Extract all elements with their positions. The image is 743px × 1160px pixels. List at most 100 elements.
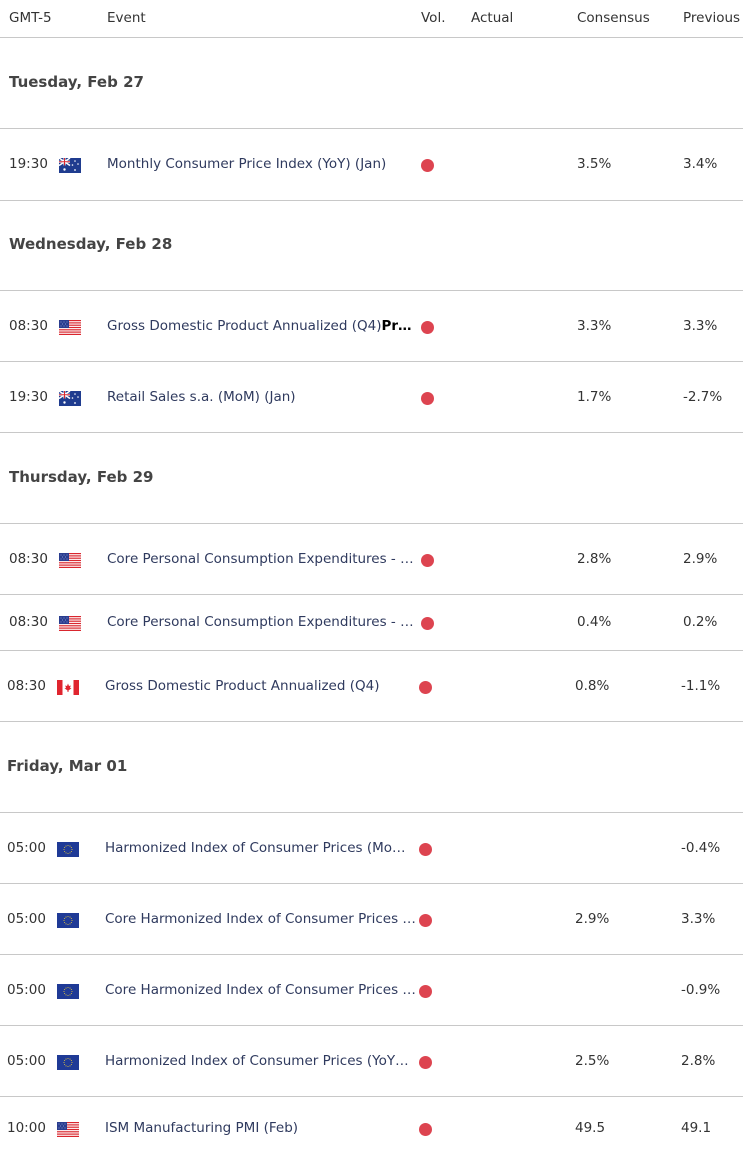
consensus-value: 49.5 bbox=[575, 1119, 606, 1136]
consensus-value: 1.7% bbox=[577, 388, 612, 405]
consensus-value: 2.8% bbox=[577, 550, 612, 567]
header-actual: Actual bbox=[471, 10, 514, 26]
us-flag-icon bbox=[57, 1121, 79, 1137]
day-label: Wednesday, Feb 28 bbox=[9, 235, 173, 253]
header-event: Event bbox=[107, 10, 146, 26]
event-title: Core Personal Consumption Expenditures -… bbox=[107, 550, 414, 567]
event-time: 19:30 bbox=[9, 388, 48, 405]
event-name[interactable]: Core Personal Consumption Expenditures -… bbox=[107, 614, 414, 630]
event-name[interactable]: Retail Sales s.a. (MoM) (Jan) bbox=[107, 389, 296, 405]
event-time: 05:00 bbox=[7, 910, 46, 927]
volatility-high-icon bbox=[421, 617, 434, 630]
volatility-high-icon bbox=[421, 391, 434, 405]
volatility-high-icon bbox=[419, 1055, 432, 1069]
event-time: 08:30 bbox=[9, 317, 48, 334]
event-time: 08:30 bbox=[9, 614, 48, 630]
day-header: Friday, Mar 01 bbox=[0, 722, 743, 813]
event-name[interactable]: Core Harmonized Index of Consumer Prices… bbox=[105, 911, 416, 927]
event-title: ISM Manufacturing PMI (Feb) bbox=[105, 1119, 299, 1136]
event-title: Harmonized Index of Consumer Prices (YoY… bbox=[105, 1052, 409, 1069]
day-header: Wednesday, Feb 28 bbox=[0, 200, 743, 291]
event-time: 10:00 bbox=[7, 1119, 46, 1136]
event-suffix: Pr… bbox=[381, 317, 412, 334]
event-row[interactable]: 05:00 Harmonized Index of Consumer Price… bbox=[0, 1026, 743, 1097]
previous-value: 2.9% bbox=[683, 550, 718, 567]
consensus-value: 3.3% bbox=[577, 317, 612, 334]
event-title: Harmonized Index of Consumer Prices (Mo… bbox=[105, 839, 406, 856]
day-header: Thursday, Feb 29 bbox=[0, 433, 743, 524]
day-label: Tuesday, Feb 27 bbox=[9, 73, 144, 91]
day-label: Thursday, Feb 29 bbox=[9, 468, 154, 486]
event-time: 19:30 bbox=[9, 156, 48, 172]
event-time: 05:00 bbox=[7, 981, 46, 998]
event-row[interactable]: 19:30 Retail Sales s.a. (MoM) (Jan) 1.7% -… bbox=[0, 362, 743, 433]
consensus-value: 3.5% bbox=[577, 156, 612, 172]
event-name[interactable]: Gross Domestic Product Annualized (Q4) bbox=[105, 678, 379, 694]
consensus-value: 2.5% bbox=[575, 1052, 610, 1069]
event-time: 05:00 bbox=[7, 1052, 46, 1069]
volatility-high-icon bbox=[421, 159, 434, 172]
eu-flag-icon bbox=[57, 983, 79, 999]
event-title: Core Harmonized Index of Consumer Prices… bbox=[105, 910, 416, 927]
event-time: 08:30 bbox=[9, 550, 48, 567]
previous-value: -1.1% bbox=[681, 677, 721, 694]
event-row[interactable]: 05:00 Core Harmonized Index of Consumer … bbox=[0, 955, 743, 1026]
event-title: Monthly Consumer Price Index (YoY) (Jan) bbox=[107, 156, 387, 172]
previous-value: -0.9% bbox=[681, 981, 721, 998]
eu-flag-icon bbox=[57, 912, 79, 928]
event-row[interactable]: 19:30 Monthly Consumer Price Index (YoY)… bbox=[0, 129, 743, 201]
event-name[interactable]: Harmonized Index of Consumer Prices (Mo… bbox=[105, 840, 406, 856]
previous-value: 3.3% bbox=[683, 317, 718, 334]
event-row[interactable]: 08:30 Core Personal Consumption Expendit… bbox=[0, 595, 743, 651]
event-title: Core Harmonized Index of Consumer Prices… bbox=[105, 981, 416, 998]
event-row[interactable]: 05:00 Harmonized Index of Consumer Price… bbox=[0, 813, 743, 884]
volatility-high-icon bbox=[419, 913, 432, 927]
event-title: Retail Sales s.a. (MoM) (Jan) bbox=[107, 388, 296, 405]
event-row[interactable]: 08:30 Core Personal Consumption Expendit… bbox=[0, 524, 743, 595]
consensus-value: 2.9% bbox=[575, 910, 610, 927]
event-time: 05:00 bbox=[7, 839, 46, 856]
header-timezone[interactable]: GMT-5 bbox=[9, 10, 52, 26]
consensus-value: 0.8% bbox=[575, 677, 610, 694]
us-flag-icon bbox=[59, 616, 81, 631]
ca-flag-icon bbox=[57, 679, 79, 695]
us-flag-icon bbox=[59, 319, 81, 335]
header-vol: Vol. bbox=[421, 10, 446, 26]
event-row[interactable]: 05:00 Core Harmonized Index of Consumer … bbox=[0, 884, 743, 955]
header-previous: Previous bbox=[683, 10, 741, 26]
event-name[interactable]: Monthly Consumer Price Index (YoY) (Jan) bbox=[107, 156, 386, 172]
eu-flag-icon bbox=[57, 1054, 79, 1070]
au-flag-icon bbox=[59, 158, 81, 173]
header-consensus: Consensus bbox=[577, 10, 650, 26]
volatility-high-icon bbox=[419, 680, 432, 694]
eu-flag-icon bbox=[57, 841, 79, 857]
event-name[interactable]: ISM Manufacturing PMI (Feb) bbox=[105, 1120, 298, 1136]
day-header: Tuesday, Feb 27 bbox=[0, 38, 743, 129]
au-flag-icon bbox=[59, 390, 81, 406]
table-header: GMT-5 Event Vol. Actual Consensus Previo… bbox=[0, 0, 743, 38]
event-row[interactable]: 10:00 ISM Manufacturing PMI (Feb) 49.5 49.… bbox=[0, 1097, 743, 1160]
event-title: Gross Domestic Product Annualized (Q4) bbox=[105, 677, 380, 694]
volatility-high-icon bbox=[421, 553, 434, 567]
event-row[interactable]: 08:30 Gross Domestic Product Annualized … bbox=[0, 651, 743, 722]
previous-value: 49.1 bbox=[681, 1119, 712, 1136]
event-name[interactable]: Core Personal Consumption Expenditures -… bbox=[107, 551, 414, 567]
us-flag-icon bbox=[59, 552, 81, 568]
volatility-high-icon bbox=[419, 1122, 432, 1136]
event-name[interactable]: Harmonized Index of Consumer Prices (YoY… bbox=[105, 1053, 409, 1069]
event-name[interactable]: Core Harmonized Index of Consumer Prices… bbox=[105, 982, 416, 998]
consensus-value: 0.4% bbox=[577, 614, 612, 630]
event-time: 08:30 bbox=[7, 677, 46, 694]
volatility-high-icon bbox=[419, 842, 432, 856]
previous-value: 3.4% bbox=[683, 156, 718, 172]
day-label: Friday, Mar 01 bbox=[7, 757, 128, 775]
previous-value: -2.7% bbox=[683, 388, 723, 405]
previous-value: 2.8% bbox=[681, 1052, 716, 1069]
previous-value: 0.2% bbox=[683, 614, 718, 630]
event-row[interactable]: 08:30 Gross Domestic Product Annualized … bbox=[0, 291, 743, 362]
event-title: Gross Domestic Product Annualized (Q4) bbox=[107, 317, 382, 334]
volatility-high-icon bbox=[419, 984, 432, 998]
event-name[interactable]: Gross Domestic Product Annualized (Q4)Pr… bbox=[107, 318, 412, 334]
previous-value: -0.4% bbox=[681, 839, 721, 856]
volatility-high-icon bbox=[421, 320, 434, 334]
